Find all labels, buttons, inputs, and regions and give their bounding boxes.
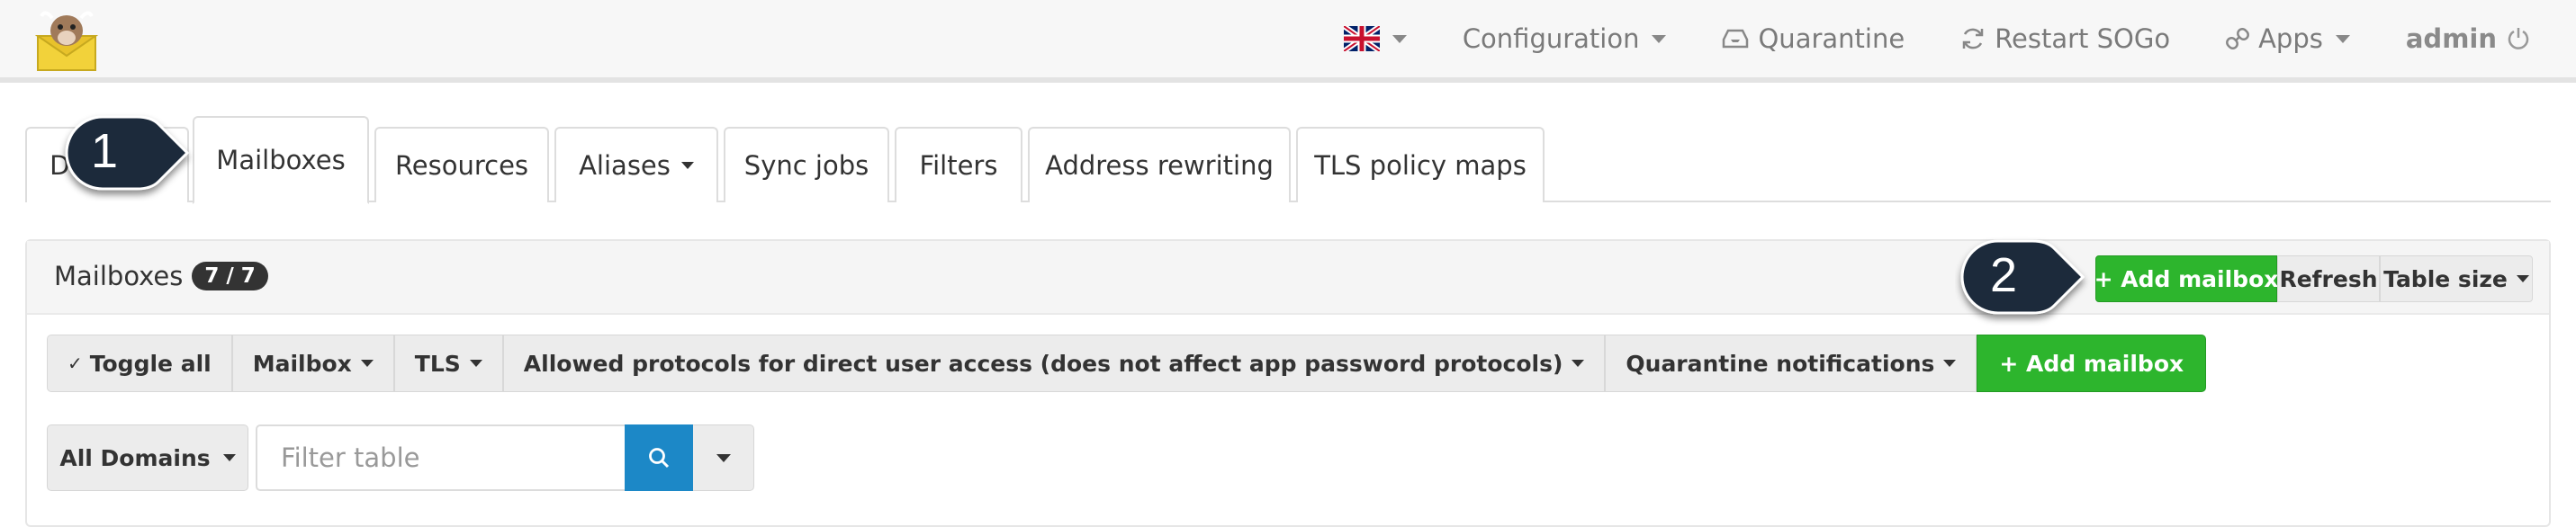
double-check-icon: ✓ xyxy=(68,353,83,374)
search-button[interactable] xyxy=(625,424,693,491)
filter-options-dropdown[interactable] xyxy=(693,424,754,491)
chevron-down-icon xyxy=(1943,360,1957,367)
callout-1: 1 xyxy=(65,115,190,191)
all-domains-label: All Domains xyxy=(59,444,211,471)
tab-sync-jobs-label: Sync jobs xyxy=(743,150,869,181)
top-navbar: Configuration Quarantine Restart SOGo Ap… xyxy=(0,0,2576,83)
table-size-label: Table size xyxy=(2383,265,2508,292)
mailbox-count-badge: 7 / 7 xyxy=(192,262,268,290)
refresh-button[interactable]: Refresh xyxy=(2277,255,2380,302)
chevron-down-icon xyxy=(2516,275,2529,282)
bulk-action-toolbar: ✓ Toggle all Mailbox TLS Allowed protocol… xyxy=(47,335,2207,392)
all-domains-dropdown[interactable]: All Domains xyxy=(47,424,248,491)
tab-resources-label: Resources xyxy=(394,150,529,181)
chevron-down-icon xyxy=(2335,34,2350,43)
callout-2-number: 2 xyxy=(1990,248,2017,302)
tab-mailboxes-label: Mailboxes xyxy=(216,145,346,175)
tab-sync-jobs[interactable]: Sync jobs xyxy=(724,127,889,202)
nav-quarantine-label: Quarantine xyxy=(1758,23,1905,54)
nav-apps-label: Apps xyxy=(2258,23,2323,54)
search-icon xyxy=(649,448,670,469)
tab-aliases-label: Aliases xyxy=(579,150,671,181)
protocols-dropdown-label: Allowed protocols for direct user access… xyxy=(523,350,1563,377)
table-size-dropdown[interactable]: Table size xyxy=(2380,255,2533,302)
chevron-down-icon xyxy=(360,360,374,367)
chevron-down-icon xyxy=(716,453,731,462)
add-mailbox-label: + Add mailbox xyxy=(2094,265,2279,292)
refresh-label: Refresh xyxy=(2279,265,2378,292)
add-mailbox-header-button[interactable]: + Add mailbox xyxy=(2094,255,2279,302)
nav-admin-label: admin xyxy=(2405,23,2497,54)
mailboxes-panel: Mailboxes 7 / 7 + Add mailbox Refresh Ta… xyxy=(25,239,2551,527)
nav-configuration-label: Configuration xyxy=(1462,23,1640,54)
callout-1-number: 1 xyxy=(91,124,118,178)
add-mailbox-toolbar-label: + Add mailbox xyxy=(1999,350,2184,377)
link-icon xyxy=(2226,28,2250,49)
power-icon xyxy=(2508,28,2529,49)
nav-apps[interactable]: Apps xyxy=(2198,0,2378,77)
uk-flag-icon xyxy=(1343,26,1380,51)
quarantine-notifications-dropdown[interactable]: Quarantine notifications xyxy=(1605,335,1977,392)
panel-header-buttons: + Add mailbox Refresh Table size xyxy=(2094,255,2533,302)
add-mailbox-toolbar-button[interactable]: + Add mailbox xyxy=(1977,335,2207,392)
tls-dropdown-label: TLS xyxy=(414,350,461,377)
chevron-down-icon xyxy=(1392,34,1407,43)
language-dropdown[interactable] xyxy=(1316,0,1435,77)
filter-table-input[interactable]: Filter table xyxy=(256,424,625,491)
tab-address-rewriting[interactable]: Address rewriting xyxy=(1028,127,1291,202)
tab-resources[interactable]: Resources xyxy=(374,127,549,202)
tab-aliases[interactable]: Aliases xyxy=(554,127,718,202)
tls-dropdown[interactable]: TLS xyxy=(393,335,503,392)
mailbox-dropdown[interactable]: Mailbox xyxy=(231,335,394,392)
nav-admin-logout[interactable]: admin xyxy=(2378,0,2576,77)
panel-title-text: Mailboxes xyxy=(54,261,184,291)
nav-restart-sogo[interactable]: Restart SOGo xyxy=(1932,0,2198,77)
tab-tls-policy-maps-label: TLS policy maps xyxy=(1314,150,1527,181)
inbox-icon xyxy=(1723,29,1749,49)
admin-tabs: Domains Mailboxes Resources Aliases Sync… xyxy=(25,116,2551,204)
chevron-down-icon xyxy=(1652,34,1667,43)
toggle-all-label: Toggle all xyxy=(89,350,212,377)
chevron-down-icon xyxy=(469,360,482,367)
nav-configuration[interactable]: Configuration xyxy=(1435,0,1695,77)
tab-filters[interactable]: Filters xyxy=(895,127,1022,202)
nav-restart-sogo-label: Restart SOGo xyxy=(1995,23,2171,54)
chevron-down-icon xyxy=(1572,360,1585,367)
callout-2: 2 xyxy=(1960,239,2085,315)
tab-tls-policy-maps[interactable]: TLS policy maps xyxy=(1296,127,1545,202)
filter-row: All Domains Filter table xyxy=(47,424,754,491)
toggle-all-button[interactable]: ✓ Toggle all xyxy=(47,335,232,392)
panel-title: Mailboxes 7 / 7 xyxy=(54,261,268,291)
mailbox-dropdown-label: Mailbox xyxy=(252,350,352,377)
nav-quarantine[interactable]: Quarantine xyxy=(1694,0,1932,77)
tab-address-rewriting-label: Address rewriting xyxy=(1045,150,1274,181)
tab-filters-label: Filters xyxy=(919,150,998,181)
refresh-icon xyxy=(1962,28,1984,49)
panel-heading: Mailboxes 7 / 7 + Add mailbox Refresh Ta… xyxy=(27,241,2549,315)
chevron-down-icon xyxy=(222,454,236,461)
chevron-down-icon xyxy=(680,162,694,169)
quarantine-notifications-label: Quarantine notifications xyxy=(1626,350,1935,377)
protocols-dropdown[interactable]: Allowed protocols for direct user access… xyxy=(502,335,1606,392)
tab-mailboxes[interactable]: Mailboxes xyxy=(193,116,369,204)
mailcow-logo[interactable] xyxy=(32,5,101,74)
